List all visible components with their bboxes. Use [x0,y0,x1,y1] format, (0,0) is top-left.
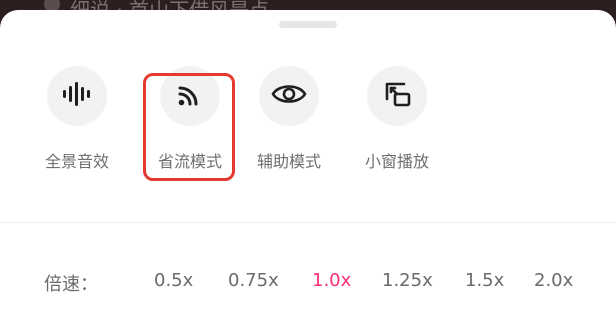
speed-option-1-0x[interactable]: 1.0x [312,270,351,291]
picture-in-picture-icon [380,77,414,115]
feature-icon-bg [259,66,319,126]
highlight-box [143,73,235,181]
feature-icon-bg [367,66,427,126]
drag-handle[interactable] [279,21,337,28]
bottom-sheet: 全景音效 省流模式 辅助模式 小窗播放 倍速： 0.5x 0.75x 1.0x … [0,10,616,320]
eye-icon [271,81,307,111]
feature-icon-bg [47,66,107,126]
feature-label: 全景音效 [44,152,109,171]
feature-panoramic-audio[interactable]: 全景音效 [22,66,132,186]
feature-assist-mode[interactable]: 辅助模式 [234,66,344,186]
speed-label: 倍速： [44,274,98,295]
feature-label: 辅助模式 [256,152,321,171]
divider [0,222,616,223]
feature-mini-window[interactable]: 小窗播放 [342,66,452,186]
speed-option-0-75x[interactable]: 0.75x [228,270,279,291]
speed-option-1-25x[interactable]: 1.25x [382,270,433,291]
speed-option-2-0x[interactable]: 2.0x [534,270,573,291]
feature-label: 小窗播放 [364,152,429,171]
speed-option-1-5x[interactable]: 1.5x [465,270,504,291]
speed-option-0-5x[interactable]: 0.5x [154,270,193,291]
audio-waveform-icon [60,79,94,113]
